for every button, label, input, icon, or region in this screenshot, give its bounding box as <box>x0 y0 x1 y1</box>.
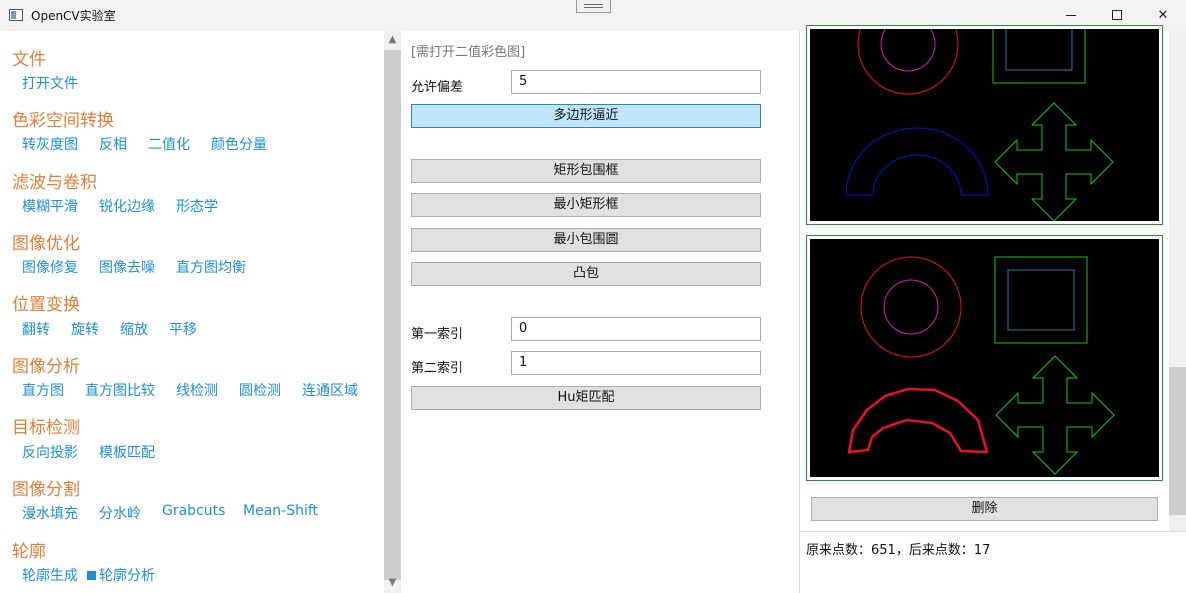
convex-hull-button[interactable]: 凸包 <box>411 262 761 286</box>
category-optimization: 图像优化 <box>12 234 80 254</box>
tolerance-label: 允许偏差 <box>411 80 464 95</box>
sidebar-item-denoise[interactable]: 图像去噪 <box>99 257 155 277</box>
tolerance-input[interactable]: 5 <box>511 70 761 94</box>
category-filtering: 滤波与卷积 <box>12 173 97 193</box>
min-circle-button[interactable]: 最小包围圆 <box>411 228 761 252</box>
sidebar-item-contour-generate[interactable]: 轮廓生成 <box>22 565 78 585</box>
window-title: OpenCV实验室 <box>31 9 116 23</box>
sidebar-item-histogram[interactable]: 直方图 <box>22 380 64 400</box>
category-file: 文件 <box>12 50 46 70</box>
hu-match-button[interactable]: Hu矩匹配 <box>411 386 761 410</box>
scroll-up-icon[interactable]: ▲ <box>384 33 401 47</box>
sidebar-item-scale[interactable]: 缩放 <box>120 319 148 339</box>
category-contour: 轮廓 <box>12 542 46 562</box>
sidebar-item-mean-shift[interactable]: Mean-Shift <box>243 503 318 519</box>
parameter-panel: [需打开二值彩色图] 允许偏差 5 多边形逼近 矩形包围框 最小矩形框 最小包围… <box>401 31 799 593</box>
sidebar-item-hist-equalize[interactable]: 直方图均衡 <box>176 257 246 277</box>
sidebar-item-watershed[interactable]: 分水岭 <box>99 503 141 523</box>
maximize-icon <box>1112 10 1122 20</box>
result-image-frame <box>806 235 1163 481</box>
image-scroll-thumb[interactable] <box>1169 367 1186 515</box>
delete-button[interactable]: 删除 <box>811 497 1158 521</box>
sidebar-item-blur[interactable]: 模糊平滑 <box>22 196 78 216</box>
sidebar-scrollbar[interactable]: ▲ ▼ <box>384 31 401 593</box>
polygon-approx-button[interactable]: 多边形逼近 <box>411 104 761 128</box>
category-segmentation: 图像分割 <box>12 480 80 500</box>
sidebar-item-flip[interactable]: 翻转 <box>22 319 50 339</box>
original-contour-image <box>810 29 1159 221</box>
sidebar-item-line-detect[interactable]: 线检测 <box>176 380 218 400</box>
drag-grip-icon[interactable] <box>576 0 611 13</box>
original-image-frame <box>806 25 1163 225</box>
sidebar-item-back-projection[interactable]: 反向投影 <box>22 442 78 462</box>
sidebar-item-morphology[interactable]: 形态学 <box>176 196 218 216</box>
sidebar-item-open-file[interactable]: 打开文件 <box>22 73 78 93</box>
result-contour-image <box>810 239 1159 477</box>
hint-text: [需打开二值彩色图] <box>411 45 526 60</box>
scroll-down-icon[interactable]: ▼ <box>384 576 401 590</box>
sidebar-item-flood-fill[interactable]: 漫水填充 <box>22 503 78 523</box>
sidebar-item-hist-compare[interactable]: 直方图比较 <box>85 380 155 400</box>
category-analysis: 图像分析 <box>12 357 80 377</box>
status-separator <box>800 531 1186 532</box>
second-index-input[interactable]: 1 <box>511 351 761 375</box>
sidebar-item-template-match[interactable]: 模板匹配 <box>99 442 155 462</box>
sidebar-item-color-channel[interactable]: 颜色分量 <box>211 134 267 154</box>
sidebar-item-connected[interactable]: 连通区域 <box>302 380 358 400</box>
first-index-label: 第一索引 <box>411 327 464 342</box>
category-transform: 位置变换 <box>12 295 80 315</box>
sidebar-item-binarize[interactable]: 二值化 <box>148 134 190 154</box>
first-index-input[interactable]: 0 <box>511 317 761 341</box>
sidebar-item-circle-detect[interactable]: 圆检测 <box>239 380 281 400</box>
image-result-area: 删除 原来点数：651，后来点数：17 <box>800 25 1186 593</box>
sidebar-item-contour-analysis[interactable]: 轮廓分析 <box>87 565 155 585</box>
sidebar-item-grabcuts[interactable]: Grabcuts <box>162 503 225 519</box>
minimize-icon <box>1066 15 1076 16</box>
function-sidebar: 文件 打开文件 色彩空间转换 转灰度图 反相 二值化 颜色分量 滤波与卷积 模糊… <box>0 31 384 593</box>
sidebar-item-rotate[interactable]: 旋转 <box>71 319 99 339</box>
point-count-status: 原来点数：651，后来点数：17 <box>806 543 991 558</box>
sidebar-item-translate[interactable]: 平移 <box>169 319 197 339</box>
sidebar-item-invert[interactable]: 反相 <box>99 134 127 154</box>
sidebar-scroll-thumb[interactable] <box>384 50 401 580</box>
min-rect-button[interactable]: 最小矩形框 <box>411 193 761 217</box>
sidebar-item-inpaint[interactable]: 图像修复 <box>22 257 78 277</box>
bounding-rect-button[interactable]: 矩形包围框 <box>411 159 761 183</box>
category-detection: 目标检测 <box>12 418 80 438</box>
category-color-space: 色彩空间转换 <box>12 111 114 131</box>
sidebar-item-sharpen[interactable]: 锐化边缘 <box>99 196 155 216</box>
sidebar-item-grayscale[interactable]: 转灰度图 <box>22 134 78 154</box>
image-scrollbar[interactable] <box>1169 31 1186 531</box>
second-index-label: 第二索引 <box>411 361 464 376</box>
app-icon <box>9 9 23 21</box>
